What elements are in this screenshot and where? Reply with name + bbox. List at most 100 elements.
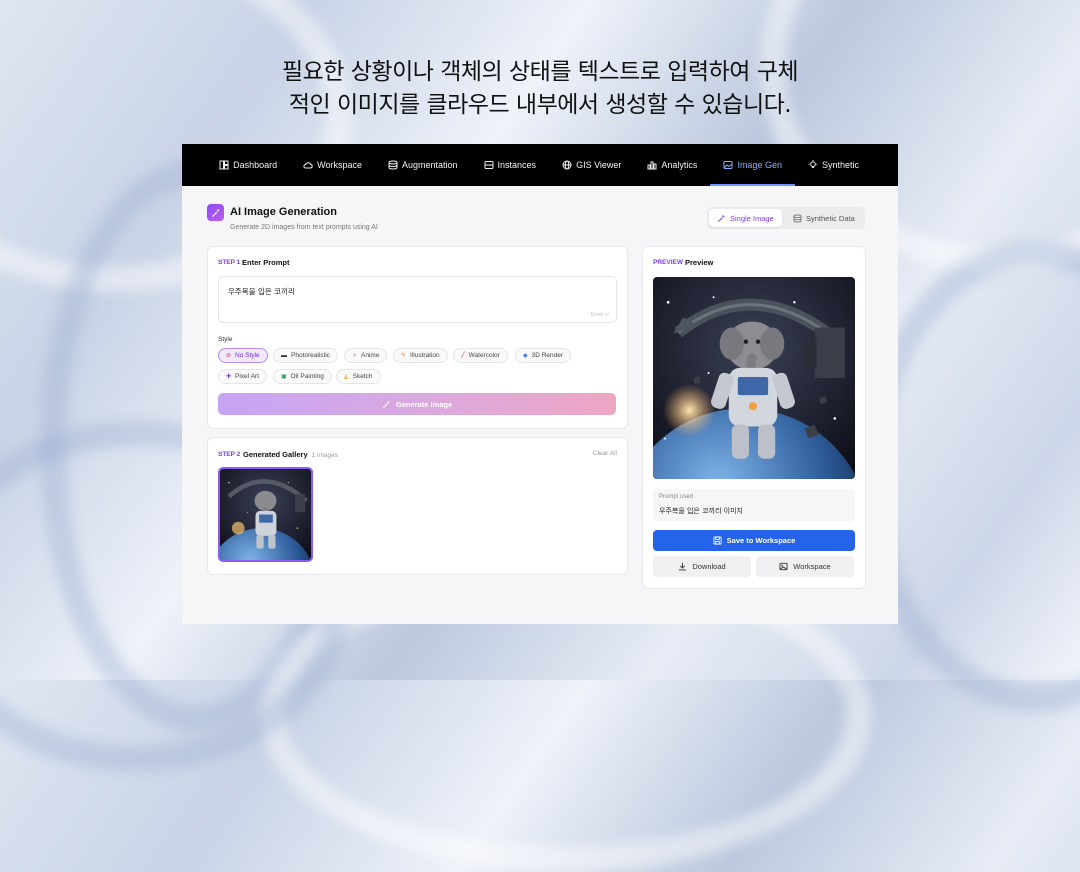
- chip-label: Anime: [361, 352, 380, 359]
- chip-label: Photorealistic: [291, 352, 331, 359]
- step-title: Enter Prompt: [242, 258, 290, 267]
- preview-image[interactable]: [653, 277, 855, 479]
- nav-item-image-gen[interactable]: Image Gen: [710, 144, 795, 186]
- save-label: Save to Workspace: [726, 536, 796, 545]
- lightbulb-icon: [808, 160, 818, 168]
- top-nav: Dashboard Workspace Augmentation Instanc…: [182, 144, 898, 186]
- style-chip-3d-render[interactable]: ◆ 3D Render: [515, 348, 572, 363]
- prompt-card: STEP 1 Enter Prompt 우주복을 입은 코끼리 Enter ↵ …: [207, 246, 628, 429]
- clear-all-button[interactable]: Clear All: [593, 450, 617, 457]
- style-chip-pixel-art[interactable]: ✚ Pixel Art: [218, 369, 267, 384]
- cloud-icon: [303, 162, 313, 169]
- pixel-icon: ✚: [226, 374, 232, 380]
- save-icon: [713, 536, 722, 545]
- workspace-button[interactable]: Workspace: [756, 556, 854, 577]
- step-label: STEP 1: [218, 259, 241, 266]
- prompt-hint: Enter ↵: [590, 312, 610, 318]
- generate-image-button[interactable]: Generate Image: [218, 393, 616, 415]
- database-icon: [793, 213, 802, 223]
- nav-item-augmentation[interactable]: Augmentation: [375, 144, 471, 186]
- astronaut-elephant-image: [653, 277, 855, 479]
- mode-single-image-button[interactable]: Single Image: [709, 209, 782, 227]
- mode-label: Synthetic Data: [806, 213, 855, 223]
- chip-label: Pixel Art: [235, 373, 259, 380]
- nav-item-analytics[interactable]: Analytics: [634, 144, 710, 186]
- save-to-workspace-button[interactable]: Save to Workspace: [653, 530, 855, 551]
- style-chip-sketch[interactable]: ◭ Sketch: [336, 369, 381, 384]
- style-chip-photorealistic[interactable]: ▬ Photorealistic: [273, 348, 339, 363]
- pencil-icon: ✎: [401, 353, 407, 359]
- chip-label: Sketch: [352, 373, 373, 380]
- gallery-count: 1 images: [311, 452, 338, 459]
- download-label: Download: [692, 562, 726, 571]
- image-icon: [779, 562, 788, 571]
- sparkle-icon: [717, 214, 725, 222]
- style-chip-oil-painting[interactable]: ▣ Oil Painting: [273, 369, 332, 384]
- preview-tag: PREVIEW: [653, 259, 683, 266]
- sparkle-icon: ✧: [352, 353, 358, 359]
- nav-label: Image Gen: [737, 160, 782, 170]
- workspace-label: Workspace: [793, 562, 831, 571]
- style-chip-watercolor[interactable]: ╱ Watercolor: [453, 348, 508, 363]
- prompt-input[interactable]: 우주복을 입은 코끼리 Enter ↵: [218, 276, 617, 323]
- sketch-icon: ◭: [344, 374, 349, 380]
- prompt-used-value: 우주복을 입은 코끼리 이미지: [659, 507, 743, 515]
- nav-item-instances[interactable]: Instances: [471, 144, 550, 186]
- style-chip-illustration[interactable]: ✎ Illustration: [393, 348, 448, 363]
- prompt-used-label: Prompt used: [659, 494, 694, 500]
- preview-title: Preview: [685, 258, 714, 267]
- download-icon: [679, 562, 687, 571]
- camera-icon: ▬: [281, 352, 287, 359]
- brush-icon: ╱: [461, 353, 465, 359]
- nav-label: Augmentation: [401, 160, 458, 170]
- database-icon: [388, 160, 398, 170]
- page-subtitle: Generate 2D images from text prompts usi…: [230, 224, 378, 231]
- step-label: STEP 2: [218, 451, 241, 458]
- chip-label: Illustration: [410, 352, 440, 359]
- nav-label: Analytics: [661, 160, 698, 170]
- mode-toggle: Single Image Synthetic Data: [707, 207, 865, 229]
- nav-label: Instances: [497, 160, 537, 170]
- nav-item-dashboard[interactable]: Dashboard: [206, 144, 290, 186]
- gallery-card: STEP 2 Generated Gallery 1 images Clear A…: [207, 437, 628, 575]
- server-icon: [484, 161, 494, 169]
- nav-label: Synthetic: [821, 160, 859, 170]
- gallery-thumbnail[interactable]: [218, 467, 313, 562]
- headline-line-1: 필요한 상황이나 객체의 상태를 텍스트로 입력하여 구체: [281, 59, 799, 85]
- nav-item-synthetic[interactable]: Synthetic: [795, 144, 872, 186]
- headline: 필요한 상황이나 객체의 상태를 텍스트로 입력하여 구체 적인 이미지를 클라…: [0, 56, 1080, 122]
- generate-label: Generate Image: [395, 399, 453, 409]
- ban-icon: ⊘: [226, 353, 232, 359]
- nav-item-workspace[interactable]: Workspace: [290, 144, 375, 186]
- dashboard-icon: [219, 160, 229, 170]
- sparkle-icon: [382, 400, 390, 408]
- magic-wand-icon: [207, 204, 224, 221]
- headline-line-2: 적인 이미지를 클라우드 내부에서 생성할 수 있습니다.: [288, 92, 792, 118]
- mode-synthetic-data-button[interactable]: Synthetic Data: [785, 209, 863, 227]
- chip-label: 3D Render: [531, 352, 564, 359]
- chip-label: Oil Painting: [290, 373, 324, 380]
- chip-label: No Style: [235, 352, 260, 359]
- nav-label: Dashboard: [233, 160, 278, 170]
- gallery-title: Generated Gallery: [243, 450, 308, 459]
- frame-icon: ▣: [281, 374, 287, 380]
- cube-icon: ◆: [523, 353, 528, 359]
- download-button[interactable]: Download: [653, 556, 751, 577]
- image-icon: [723, 161, 733, 169]
- page-title: AI Image Generation: [230, 206, 337, 218]
- nav-label: Workspace: [317, 160, 362, 170]
- style-chip-anime[interactable]: ✧ Anime: [344, 348, 388, 363]
- preview-card: PREVIEW Preview Prompt used 우주복을 입은 코끼리 …: [642, 246, 866, 589]
- astronaut-elephant-image: [220, 469, 311, 560]
- prompt-value: 우주복을 입은 코끼리: [228, 287, 295, 296]
- nav-item-gis-viewer[interactable]: GIS Viewer: [549, 144, 634, 186]
- app-window: Dashboard Workspace Augmentation Instanc…: [182, 144, 898, 624]
- chip-label: Watercolor: [468, 352, 500, 359]
- style-chip-no-style[interactable]: ⊘ No Style: [218, 348, 268, 363]
- mode-label: Single Image: [730, 213, 774, 223]
- bar-chart-icon: [647, 161, 657, 170]
- step-title: Generated Gallery 1 images: [243, 450, 338, 459]
- prompt-used-box: Prompt used 우주복을 입은 코끼리 이미지: [653, 489, 855, 521]
- globe-icon: [562, 160, 572, 170]
- nav-label: GIS Viewer: [576, 160, 622, 170]
